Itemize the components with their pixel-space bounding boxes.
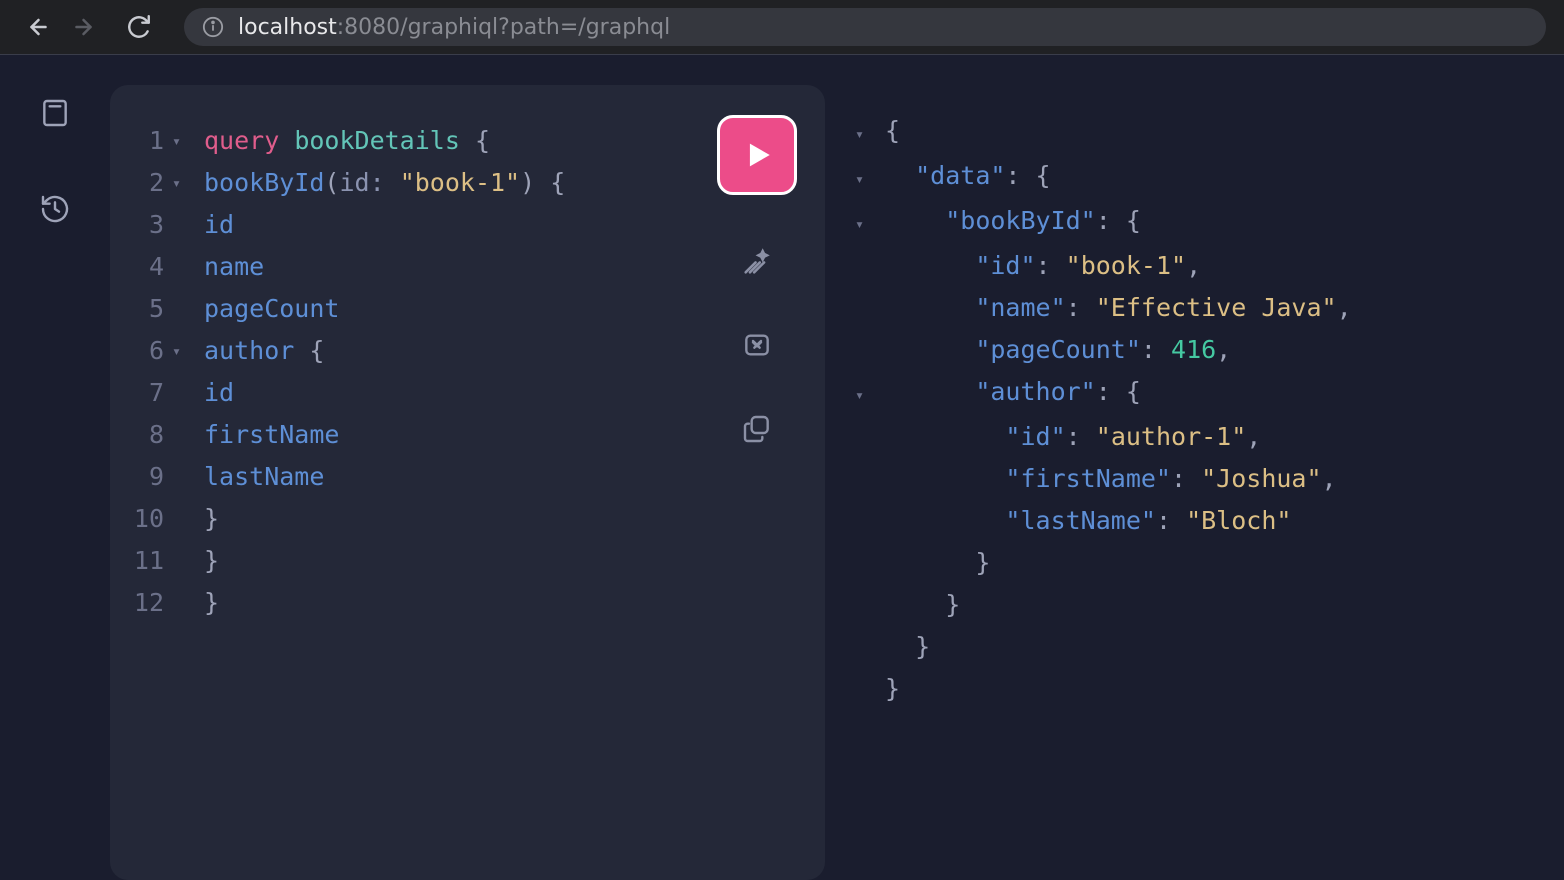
reload-button[interactable] xyxy=(122,10,156,44)
site-info-icon[interactable] xyxy=(202,16,224,38)
merge-icon[interactable] xyxy=(739,327,775,363)
prettify-icon[interactable] xyxy=(739,243,775,279)
sidebar xyxy=(0,55,110,880)
history-icon[interactable] xyxy=(37,191,73,227)
url-text: localhost:8080/graphiql?path=/graphql xyxy=(238,15,670,40)
editor-toolbar xyxy=(717,115,797,447)
result-json: ▾{ ▾ "data": { ▾ "bookById": { "id": "bo… xyxy=(855,110,1544,710)
url-bar[interactable]: localhost:8080/graphiql?path=/graphql xyxy=(184,8,1546,46)
fold-gutter[interactable]: ▾ ▾ ▾ xyxy=(170,120,200,845)
result-panel[interactable]: ▾{ ▾ "data": { ▾ "bookById": { "id": "bo… xyxy=(825,55,1564,880)
query-code[interactable]: query bookDetails { bookById(id: "book-1… xyxy=(200,120,565,845)
browser-toolbar: localhost:8080/graphiql?path=/graphql xyxy=(0,0,1564,55)
query-editor[interactable]: 1 2 3 4 5 6 7 8 9 10 11 12 ▾ ▾ ▾ xyxy=(110,85,825,880)
forward-button[interactable] xyxy=(70,10,104,44)
execute-button[interactable] xyxy=(717,115,797,195)
copy-icon[interactable] xyxy=(739,411,775,447)
docs-icon[interactable] xyxy=(37,95,73,131)
line-gutter: 1 2 3 4 5 6 7 8 9 10 11 12 xyxy=(110,120,170,845)
back-button[interactable] xyxy=(18,10,52,44)
